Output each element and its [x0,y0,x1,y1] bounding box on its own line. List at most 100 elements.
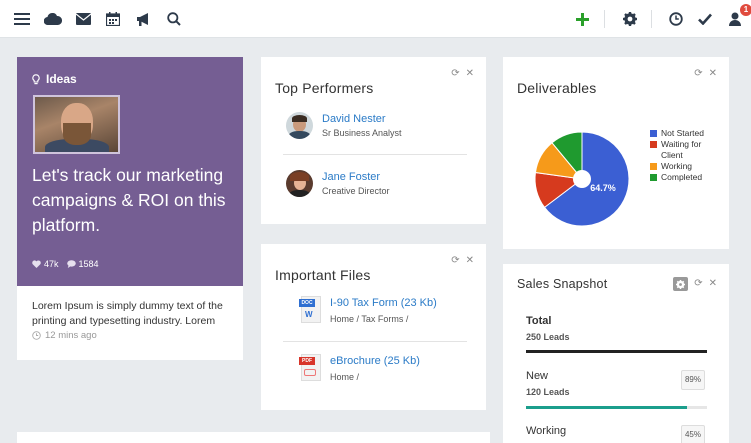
clock-icon [32,331,41,340]
refresh-icon[interactable]: ⟳ [451,256,459,266]
likes-stat[interactable]: 47k [32,259,59,269]
file-name[interactable]: eBrochure (25 Kb) [330,355,420,367]
pdf-document-icon: PDF [299,354,321,381]
refresh-icon[interactable]: ⟳ [694,279,702,289]
separator [651,10,652,28]
sales-row-total: Total 250 Leads [526,315,707,355]
performer-name[interactable]: David Nester [322,113,402,125]
card-title: Sales Snapshot [517,277,608,291]
calendar-icon[interactable] [102,8,124,30]
heart-icon [32,260,41,268]
percent-badge: 89% [681,370,705,390]
notification-badge: 1 [740,4,751,16]
menu-icon[interactable] [11,8,33,30]
file-item[interactable]: DOC W I-90 Tax Form (23 Kb) Home / Tax F… [299,296,437,324]
megaphone-icon[interactable] [132,8,154,30]
cloud-icon[interactable] [42,8,64,30]
legend-item[interactable]: Waiting for Client [650,139,717,161]
deliverables-card: ⟳ ✕ Deliverables 64.7% Not Started Waitin… [503,57,729,249]
search-icon[interactable] [163,8,185,30]
gear-icon[interactable] [673,277,689,291]
pie-value-label: 64.7% [590,183,616,193]
close-icon[interactable]: ✕ [709,279,717,289]
add-icon[interactable] [571,8,593,30]
file-item[interactable]: PDF eBrochure (25 Kb) Home / [299,354,420,382]
legend-label: Working [661,161,693,171]
card-controls: ⟳ ✕ [451,256,474,266]
refresh-icon[interactable]: ⟳ [451,69,459,79]
ideas-card: Ideas Let's track our marketing campaign… [17,57,243,360]
performer-item[interactable]: David Nester Sr Business Analyst [286,112,402,139]
legend-swatch [650,130,657,137]
avatar [286,170,313,197]
progress-bar [526,350,707,353]
divider [283,154,467,155]
card-title: Important Files [275,267,371,283]
file-path: Home / Tax Forms / [330,314,409,324]
idea-timestamp: 12 mins ago [32,330,97,341]
close-icon[interactable]: ✕ [709,69,717,79]
card-controls: ⟳ ✕ [694,69,717,79]
close-icon[interactable]: ✕ [466,256,474,266]
bottom-card [17,432,490,443]
divider [283,341,467,342]
sales-row-leads: 120 Leads [526,387,570,397]
legend-item[interactable]: Completed [650,172,717,183]
performer-role: Sr Business Analyst [322,128,402,138]
deliverables-pie-chart: 64.7% [534,131,630,227]
clock-icon[interactable] [665,8,687,30]
legend-swatch [650,163,657,170]
likes-count: 47k [44,259,59,269]
sales-snapshot-card: ⟳ ✕ Sales Snapshot Total 250 Leads New 1… [503,264,729,443]
progress-fill [526,406,688,409]
file-type-badge: DOC [299,299,315,307]
check-icon[interactable] [694,8,716,30]
user-notifications[interactable]: 1 [725,4,751,30]
progress-fill [526,350,707,353]
card-controls: ⟳ ✕ [673,277,717,291]
percent-badge: 45% [681,425,705,443]
lightbulb-icon [32,73,40,84]
file-type-badge: PDF [299,357,315,365]
sales-row-label: Working [526,425,567,437]
file-path: Home / [330,372,360,382]
legend-item[interactable]: Working [650,161,717,172]
card-title: Top Performers [275,80,374,96]
idea-description: Lorem Ipsum is simply dummy text of the … [32,300,223,327]
top-performers-card: ⟳ ✕ Top Performers David Nester Sr Busin… [261,57,486,224]
comments-stat[interactable]: 1584 [66,259,99,269]
mail-icon[interactable] [72,8,94,30]
performer-role: Creative Director [322,186,390,196]
legend-item[interactable]: Not Started [650,128,717,139]
legend-label: Completed [661,172,703,182]
sales-row-label: Total [526,315,552,327]
refresh-icon[interactable]: ⟳ [694,69,702,79]
comment-icon [66,260,76,268]
author-photo [33,95,120,154]
important-files-card: ⟳ ✕ Important Files DOC W I-90 Tax Form … [261,244,486,410]
idea-time-text: 12 mins ago [45,330,97,341]
legend-swatch [650,174,657,181]
chart-legend: Not Started Waiting for Client Working Comp… [650,128,717,183]
ideas-title: Ideas [46,72,77,86]
ideas-banner: Ideas Let's track our marketing campaign… [17,57,243,286]
idea-stats: 47k 1584 [32,259,99,269]
idea-quote: Let's track our marketing campaigns & RO… [32,165,226,235]
card-title: Deliverables [517,80,597,96]
gear-icon[interactable] [619,8,641,30]
sales-row-leads: 250 Leads [526,332,570,342]
top-navbar: 1 [0,0,751,38]
performer-name[interactable]: Jane Foster [322,171,390,183]
avatar [286,112,313,139]
comments-count: 1584 [78,259,99,269]
word-document-icon: DOC W [299,296,321,323]
pie-center-hole [573,170,591,188]
progress-bar [526,406,707,409]
file-name[interactable]: I-90 Tax Form (23 Kb) [330,297,437,309]
ideas-heading: Ideas [32,72,77,86]
sales-row-working: Working 45% [526,425,707,443]
legend-label: Waiting for Client [661,139,702,160]
performer-item[interactable]: Jane Foster Creative Director [286,170,390,197]
card-controls: ⟳ ✕ [451,69,474,79]
close-icon[interactable]: ✕ [466,69,474,79]
